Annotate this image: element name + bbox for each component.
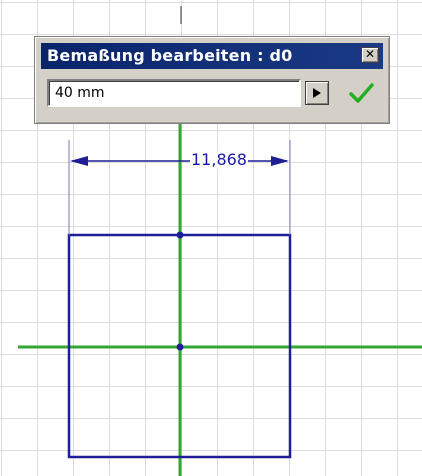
edit-dimension-dialog: Bemaßung bearbeiten : d0 ✕	[34, 36, 390, 124]
dimension-value-label[interactable]: 11,868	[190, 151, 248, 169]
dimension-arrow-right	[271, 156, 289, 166]
close-icon: ✕	[364, 47, 376, 61]
dimension-arrow-left	[70, 156, 88, 166]
triangle-right-icon	[313, 88, 321, 98]
dialog-title: Bemaßung bearbeiten : d0	[47, 46, 293, 65]
close-button[interactable]: ✕	[361, 47, 379, 63]
dialog-titlebar[interactable]: Bemaßung bearbeiten : d0 ✕	[41, 43, 383, 69]
expand-options-button[interactable]	[305, 81, 329, 105]
dimension-value-input[interactable]	[47, 79, 301, 107]
accept-button[interactable]	[347, 81, 375, 107]
center-point	[176, 343, 184, 351]
checkmark-icon	[349, 83, 374, 103]
midpoint-top	[176, 231, 184, 239]
